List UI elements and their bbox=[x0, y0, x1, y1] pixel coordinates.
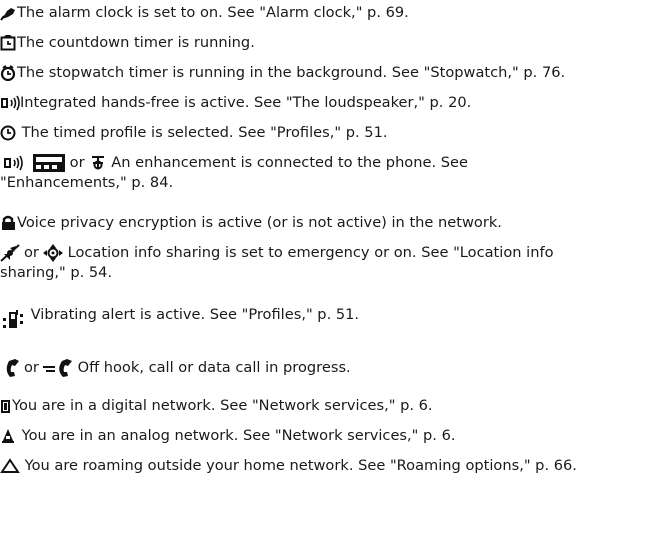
list-item: The stopwatch timer is running in the ba… bbox=[0, 63, 565, 83]
item-text: The countdown timer is running. bbox=[17, 34, 255, 51]
item-text: Voice privacy encryption is active (or i… bbox=[17, 214, 502, 231]
list-item: or An enhancement is connected to the ph… bbox=[0, 153, 660, 193]
item-text: You are in an analog network. See "Netwo… bbox=[21, 427, 456, 444]
loudspeaker-icon bbox=[3, 155, 23, 171]
analog-network-icon bbox=[0, 428, 17, 444]
vibrating-alert-icon bbox=[0, 305, 26, 335]
list-item: Vibrating alert is active. See "Profiles… bbox=[0, 305, 359, 335]
list-item: The timed profile is selected. See "Prof… bbox=[0, 123, 388, 143]
list-item: You are in an analog network. See "Netwo… bbox=[0, 426, 456, 446]
car-kit-icon bbox=[32, 153, 66, 173]
item-text-line1: Location info sharing is set to emergenc… bbox=[67, 244, 554, 261]
item-text-line2: sharing," p. 54. bbox=[0, 264, 113, 281]
item-text: Vibrating alert is active. See "Profiles… bbox=[30, 306, 360, 323]
timed-profile-icon bbox=[0, 125, 17, 141]
lock-icon bbox=[0, 215, 17, 231]
alarm-clock-icon bbox=[0, 5, 17, 21]
roaming-icon bbox=[0, 458, 20, 474]
loudspeaker-icon bbox=[0, 95, 20, 111]
or-label: or bbox=[24, 244, 39, 261]
list-item: You are roaming outside your home networ… bbox=[0, 456, 577, 476]
item-text: Integrated hands-free is active. See "Th… bbox=[20, 94, 472, 111]
list-item: The countdown timer is running. bbox=[0, 33, 255, 53]
or-label: or bbox=[24, 359, 39, 376]
data-call-handset-icon bbox=[42, 358, 73, 378]
item-text: You are roaming outside your home networ… bbox=[24, 457, 577, 474]
handset-icon bbox=[4, 358, 20, 378]
item-text-line1: An enhancement is connected to the phone… bbox=[111, 154, 468, 171]
list-item: Voice privacy encryption is active (or i… bbox=[0, 213, 502, 233]
item-text: The stopwatch timer is running in the ba… bbox=[17, 64, 566, 81]
item-text-line2: "Enhancements," p. 84. bbox=[0, 174, 174, 191]
list-item: or Off hook, call or data call in progre… bbox=[0, 358, 351, 378]
or-label: or bbox=[69, 154, 85, 171]
list-item: or Location info sharing is set to emerg… bbox=[0, 243, 660, 283]
item-text: You are in a digital network. See "Netwo… bbox=[12, 397, 433, 414]
item-text: Off hook, call or data call in progress. bbox=[77, 359, 351, 376]
location-emergency-icon bbox=[0, 244, 20, 262]
item-text: The timed profile is selected. See "Prof… bbox=[21, 124, 388, 141]
location-on-icon bbox=[42, 244, 63, 262]
list-item: The alarm clock is set to on. See "Alarm… bbox=[0, 3, 409, 23]
digital-network-icon bbox=[0, 398, 12, 414]
countdown-timer-icon bbox=[0, 35, 17, 51]
list-item: You are in a digital network. See "Netwo… bbox=[0, 396, 433, 416]
headset-icon bbox=[89, 154, 107, 172]
stopwatch-icon bbox=[0, 65, 17, 81]
list-item: Integrated hands-free is active. See "Th… bbox=[0, 93, 471, 113]
item-text: The alarm clock is set to on. See "Alarm… bbox=[17, 4, 409, 21]
